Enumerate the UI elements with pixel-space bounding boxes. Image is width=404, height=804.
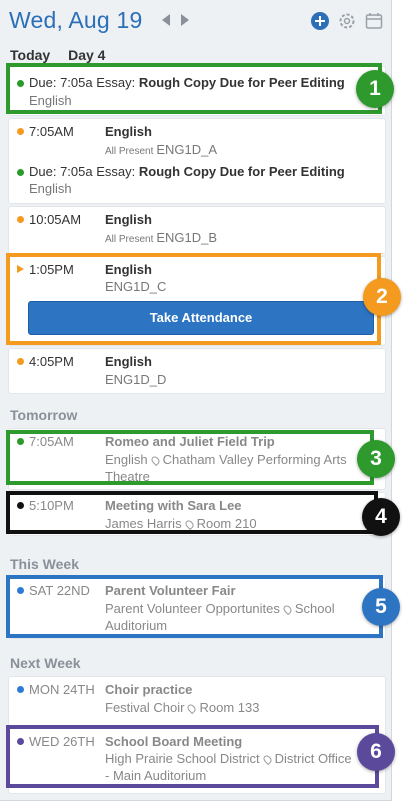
class-title: English [105, 212, 152, 227]
class-card[interactable]: 7:05AM English All Present ENG1D_A Due: 7… [8, 118, 386, 204]
class-time: 4:05PM [29, 354, 74, 369]
highlight-box-2 [6, 253, 381, 345]
agenda-panel: Wed, Aug 19 Today Day 4 Due: 7:05a Essay… [0, 0, 392, 801]
date-title: Wed, Aug 19 [9, 7, 143, 33]
attendance-status: All Present [105, 146, 154, 157]
class-title: English [105, 354, 152, 369]
due-course: English [29, 181, 72, 196]
due-title: Rough Copy Due for Peer Editing [138, 164, 345, 179]
highlight-box-1 [6, 63, 382, 114]
chevron-left-icon[interactable] [162, 14, 170, 26]
event-title[interactable]: Choir practice [105, 682, 192, 697]
badge-6: 6 [357, 733, 395, 771]
event-time[interactable]: MON 24TH [29, 682, 95, 697]
badge-4: 4 [362, 498, 400, 536]
event-sub: Festival Choir Room 133 [105, 700, 259, 715]
class-section: ENG1D_D [105, 372, 167, 387]
status-dot [17, 216, 24, 223]
event-location: Room 133 [199, 700, 260, 715]
section-label: Today [10, 47, 51, 63]
section-today: Today Day 4 [10, 47, 105, 63]
badge-3: 3 [357, 440, 395, 478]
due-item-line: Due: 7:05a Essay: Rough Copy Due for Pee… [29, 164, 345, 179]
highlight-box-3 [6, 430, 374, 485]
class-time: 10:05AM [29, 212, 82, 227]
class-card[interactable]: 4:05PM English ENG1D_D [8, 348, 386, 394]
day-label: Day 4 [68, 47, 106, 63]
section-this-week: This Week [10, 556, 79, 572]
attendance-status: All Present [105, 234, 154, 245]
class-card[interactable]: 10:05AM English All Present ENG1D_B [8, 206, 386, 254]
header: Wed, Aug 19 [0, 0, 391, 42]
add-icon[interactable] [310, 11, 330, 31]
highlight-box-5 [6, 575, 383, 638]
due-prefix: Essay: [96, 164, 136, 179]
section-tomorrow: Tomorrow [10, 407, 78, 423]
chevron-right-icon[interactable] [181, 14, 189, 26]
badge-1: 1 [356, 70, 394, 108]
class-section: ENG1D_A [156, 142, 218, 157]
event-organizer: Festival Choir [105, 700, 185, 715]
badge-5: 5 [362, 588, 400, 626]
calendar-icon[interactable] [364, 11, 384, 31]
status-dot [17, 686, 24, 693]
status-dot [17, 128, 24, 135]
class-title: English [105, 124, 152, 139]
location-icon [186, 702, 198, 715]
highlight-box-6 [6, 725, 379, 788]
class-section: ENG1D_B [156, 230, 218, 245]
class-sub: All Present ENG1D_A [105, 142, 217, 157]
status-dot [17, 358, 24, 365]
badge-2: 2 [363, 278, 401, 316]
highlight-box-4 [6, 491, 378, 534]
status-dot [17, 169, 24, 176]
section-next-week: Next Week [10, 655, 81, 671]
class-time: 7:05AM [29, 124, 74, 139]
class-sub: All Present ENG1D_B [105, 230, 217, 245]
due-time: Due: 7:05a [29, 164, 93, 179]
gear-icon[interactable] [337, 11, 357, 31]
